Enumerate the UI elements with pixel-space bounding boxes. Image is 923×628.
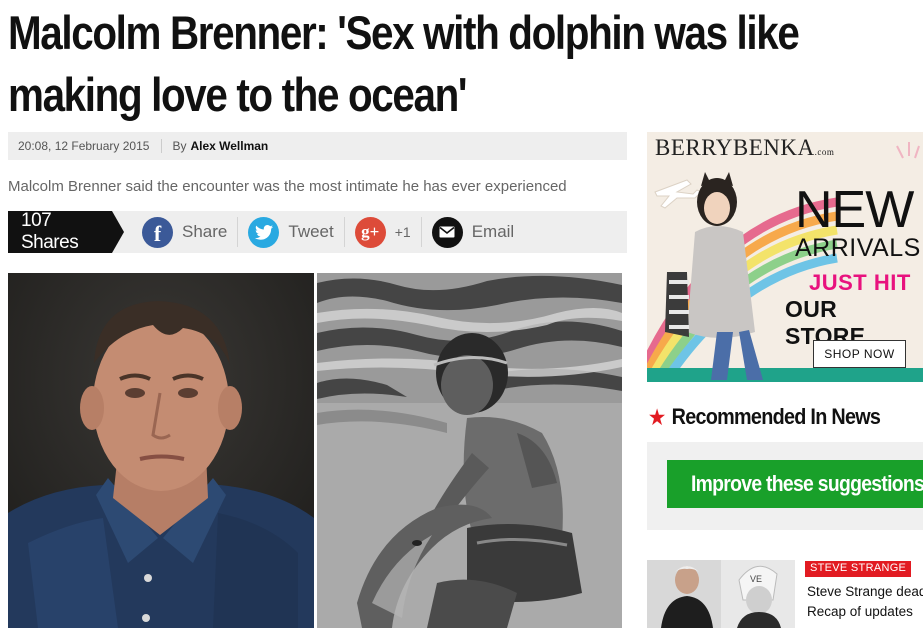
facebook-share-button[interactable]: f Share <box>132 211 237 253</box>
improve-suggestions-panel: Improve these suggestions <box>647 442 923 530</box>
ad-headline-new: NEW <box>795 181 914 239</box>
ad-brand-logo: BERRYBENKA.com <box>655 135 835 160</box>
article-headline: Malcolm Brenner: 'Sex with dolphin was l… <box>8 6 800 121</box>
svg-text:VE: VE <box>750 574 762 584</box>
email-share-button[interactable]: Email <box>422 211 525 253</box>
article-photo-dolphin <box>317 273 622 628</box>
googleplus-share-button[interactable]: g+ +1 <box>345 211 421 253</box>
berrybenka-ad[interactable]: BERRYBENKA.com NEW ARRIVALS JUST HIT OUR… <box>647 132 923 382</box>
byline: By Alex Wellman <box>162 139 268 153</box>
recommended-heading: ★ Recommended In News <box>649 404 881 430</box>
improve-suggestions-button[interactable]: Improve these suggestions <box>667 460 923 508</box>
twitter-icon <box>248 216 280 248</box>
twitter-share-label: Tweet <box>288 222 334 241</box>
googleplus-icon: g+ <box>354 216 386 248</box>
byline-bar: 20:08, 12 February 2015 By Alex Wellman <box>8 132 627 160</box>
envelope-icon <box>431 216 463 248</box>
star-icon: ★ <box>649 406 665 429</box>
ad-shop-now-button[interactable]: SHOP NOW <box>813 340 906 368</box>
story-thumbnail[interactable]: VE <box>647 560 795 628</box>
ad-line-just-hit: JUST HIT <box>809 270 911 295</box>
facebook-share-label: Share <box>182 222 228 241</box>
twitter-share-button[interactable]: Tweet <box>238 211 343 253</box>
story-headline-link[interactable]: Steve Strange dead Recap of updates <box>807 582 923 622</box>
by-label: By <box>172 139 187 153</box>
ad-headline-arrivals: ARRIVALS <box>795 234 921 262</box>
story-title-line: Recap of updates <box>807 604 913 619</box>
email-share-label: Email <box>471 222 515 241</box>
publish-timestamp: 20:08, 12 February 2015 <box>18 139 163 153</box>
share-bar: 107 Shares f Share Tweet g+ +1 Email <box>8 210 627 253</box>
article-standfirst: Malcolm Brenner said the encounter was t… <box>8 178 567 195</box>
author-link[interactable]: Alex Wellman <box>190 139 268 153</box>
article-photo-portrait <box>8 273 314 628</box>
facebook-icon: f <box>142 216 173 248</box>
story-category-tag[interactable]: STEVE STRANGE <box>805 561 912 577</box>
googleplus-share-label: +1 <box>394 224 411 240</box>
recommended-title: Recommended In News <box>671 404 881 429</box>
story-title-line: Steve Strange dead <box>807 584 923 599</box>
share-count: 107 Shares <box>8 210 124 253</box>
improve-suggestions-label: Improve these suggestions <box>691 471 923 496</box>
